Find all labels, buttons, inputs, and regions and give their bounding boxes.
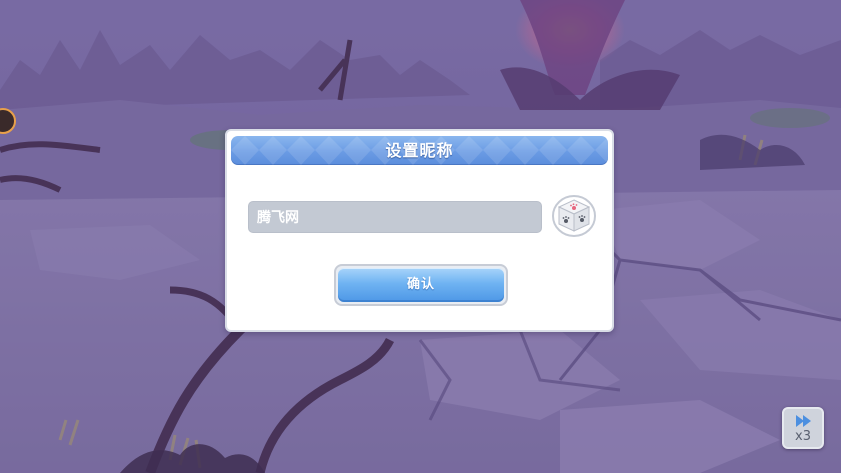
- set-nickname-dialog: 设置昵称 腾飞网 确认: [225, 129, 614, 332]
- fast-forward-icon: [796, 415, 811, 427]
- nickname-input[interactable]: [248, 201, 542, 233]
- speed-toggle-button[interactable]: x3: [782, 407, 824, 449]
- random-name-button[interactable]: [551, 194, 597, 238]
- dialog-title: 设置昵称: [385, 141, 454, 160]
- speed-multiplier: x3: [795, 429, 811, 444]
- confirm-button[interactable]: 确认: [334, 264, 508, 306]
- dice-icon: [552, 195, 596, 237]
- dialog-header: 设置昵称: [231, 136, 608, 165]
- confirm-label: 确认: [338, 268, 504, 302]
